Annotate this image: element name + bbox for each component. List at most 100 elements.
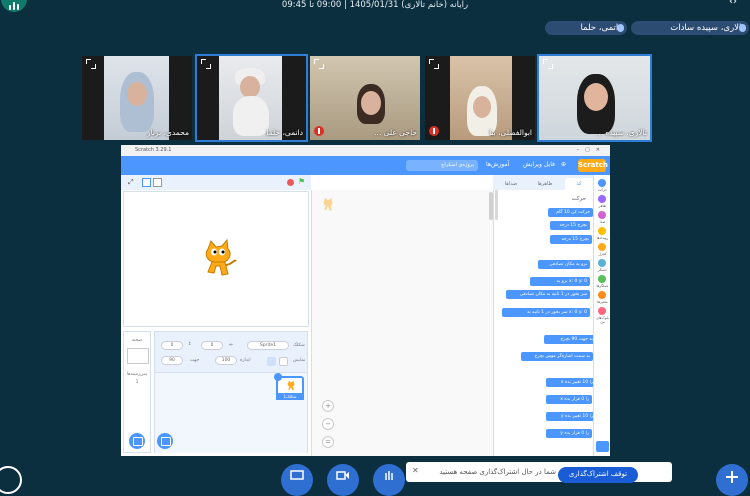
extensions-icon[interactable] — [596, 441, 609, 452]
category-label[interactable]: حسگر — [594, 268, 610, 272]
stop-icon[interactable] — [287, 179, 294, 186]
raise-hand-button[interactable] — [373, 464, 405, 496]
code-area[interactable]: + − = — [311, 190, 494, 456]
menu-tutorials[interactable]: آموزش‌ها — [486, 161, 509, 168]
category-dot-icon[interactable] — [598, 259, 606, 267]
delete-sprite-icon[interactable] — [274, 373, 282, 381]
show-eye-icon[interactable] — [267, 357, 276, 366]
scratch-menu-bar: Scratch ⊕ فایل ویرایش آموزش‌ها پروژه‌ی ا… — [121, 156, 610, 175]
expand-icon[interactable] — [201, 59, 211, 69]
camera-button[interactable] — [327, 464, 359, 496]
category-label[interactable]: بلوک‌های من — [594, 316, 610, 324]
category-dot-icon[interactable] — [598, 291, 606, 299]
share-notice-text: شما در حال اشتراک‌گذاری صفحه هستید — [439, 468, 556, 476]
motion-block[interactable]: حرکت کن 10 گام — [548, 208, 593, 217]
category-label[interactable]: صدا — [594, 220, 610, 224]
choose-sprite-button[interactable] — [157, 433, 173, 449]
hide-eye-icon[interactable] — [279, 357, 288, 366]
category-dot-icon[interactable] — [598, 227, 606, 235]
globe-icon[interactable]: ⊕ — [561, 161, 566, 168]
large-stage-icon[interactable] — [153, 178, 162, 187]
camera-icon — [336, 471, 349, 480]
category-label[interactable]: کنترل — [594, 252, 610, 256]
motion-block[interactable]: به سمت اشاره‌گر موس بچرخ — [521, 352, 593, 361]
backdrops-label: پس‌زمینه‌ها — [126, 372, 148, 377]
project-title-field[interactable]: پروژه‌ی اسکراچ — [406, 160, 478, 171]
category-label[interactable]: رویدادها — [594, 236, 610, 240]
tab-sounds[interactable]: صداها — [497, 178, 525, 190]
shared-screen-scratch: Scratch 3.29.1 –▢✕ Scratch ⊕ فایل ویرایش… — [121, 145, 610, 456]
category-menu: حرکت ظاهر صدا رویدادها کنترل حسگر عملگرها متغیر… — [593, 175, 610, 456]
expand-icon[interactable] — [429, 59, 439, 69]
tab-costumes[interactable]: ظاهرها — [529, 178, 561, 190]
menu-edit[interactable]: ویرایش — [523, 161, 542, 168]
category-label[interactable]: عملگرها — [594, 284, 610, 288]
motion-block[interactable]: y را 10 تغییر بده — [546, 412, 596, 421]
video-tile[interactable]: دانمی، حلما — [197, 56, 306, 140]
hand-icon — [385, 471, 393, 480]
window-controls[interactable]: –▢✕ — [577, 145, 606, 156]
category-dot-icon[interactable] — [598, 211, 606, 219]
video-tile[interactable]: حاجی علی ... — [310, 56, 420, 140]
stage-canvas[interactable] — [123, 191, 309, 327]
expand-icon[interactable] — [314, 59, 324, 69]
category-dot-icon[interactable] — [598, 179, 606, 187]
participant-name: ابوالفضلی، بنا — [489, 128, 532, 137]
participant-name: تالاری، سپیده ... — [595, 128, 647, 137]
motion-block[interactable]: y را 0 قرار بده — [546, 429, 592, 438]
motion-block[interactable]: بچرخ 15 درجه — [550, 221, 590, 230]
stage-thumbnail[interactable] — [127, 348, 149, 364]
pinned-user-pill[interactable]: داتمی، حلما — [545, 21, 627, 35]
scratch-logo[interactable]: Scratch — [578, 159, 608, 172]
sprite-name-input[interactable]: Sprite1 — [247, 341, 289, 350]
green-flag-icon[interactable]: ⚑ — [298, 177, 305, 186]
y-input[interactable]: 0 — [161, 341, 183, 350]
category-label[interactable]: ظاهر — [594, 204, 610, 208]
zoom-in-icon[interactable]: + — [322, 400, 334, 412]
screen-share-button[interactable] — [281, 464, 313, 496]
small-stage-icon[interactable] — [142, 178, 151, 187]
category-label[interactable]: متغیرها — [594, 300, 610, 304]
motion-block[interactable]: برو به مکان تصادفی — [538, 260, 590, 269]
plus-icon — [726, 471, 738, 483]
motion-block[interactable]: بچرخ 15 درجه — [550, 235, 592, 244]
motion-block[interactable]: سر بخور در 1 ثانیه به x: 0 y: 0 — [502, 308, 590, 317]
video-tile[interactable]: تالاری، سپیده ... — [539, 56, 650, 140]
settings-icon[interactable] — [0, 466, 22, 494]
motion-block[interactable]: به جهت 90 بچرخ — [544, 335, 596, 344]
session-title: رایانه (خانم تالاری) 1405/01/31 | 09:00 … — [281, 0, 469, 10]
tab-code[interactable]: کد — [565, 178, 593, 190]
participant-name: حاجی علی ... — [374, 128, 417, 137]
pinned-user-pill[interactable]: تالاری، سپیده سادات — [631, 21, 749, 35]
chevron-back-icon[interactable]: ‹› — [729, 0, 747, 8]
stage-selector-pane[interactable]: صحنه پس‌زمینه‌ها 1 — [123, 331, 151, 453]
video-tile[interactable]: محمدی، برنار — [82, 56, 192, 140]
motion-block[interactable]: x را 10 تغییر بده — [546, 378, 596, 387]
add-button[interactable] — [716, 464, 748, 496]
video-tile[interactable]: ابوالفضلی، بنا — [425, 56, 535, 140]
stop-sharing-button[interactable]: توقف اشتراک‌گذاری — [558, 467, 638, 483]
expand-icon[interactable] — [86, 59, 96, 69]
size-label: اندازه — [240, 358, 251, 363]
size-input[interactable]: 100 — [215, 356, 237, 365]
menu-file[interactable]: فایل — [544, 161, 555, 168]
category-dot-icon[interactable] — [598, 195, 606, 203]
cat-sprite-icon[interactable] — [198, 239, 238, 281]
fullscreen-icon[interactable]: ⤢ — [128, 178, 134, 187]
palette-heading: حرکت — [571, 196, 586, 202]
direction-input[interactable]: 90 — [161, 356, 183, 365]
category-label[interactable]: حرکت — [594, 188, 610, 192]
palette-scrollbar[interactable] — [495, 190, 498, 220]
motion-block[interactable]: برو به x: 0 y: 0 — [530, 277, 590, 286]
motion-block[interactable]: سر بخور در 1 ثانیه به مکان تصادفی — [506, 290, 590, 299]
category-dot-icon[interactable] — [598, 307, 606, 315]
motion-block[interactable]: x را 0 قرار بده — [546, 395, 592, 404]
choose-backdrop-button[interactable] — [129, 433, 145, 449]
expand-icon[interactable] — [543, 59, 553, 69]
close-icon[interactable]: ✕ — [412, 466, 419, 475]
x-input[interactable]: 0 — [201, 341, 223, 350]
category-dot-icon[interactable] — [598, 243, 606, 251]
category-dot-icon[interactable] — [598, 275, 606, 283]
zoom-reset-icon[interactable]: = — [322, 436, 334, 448]
zoom-out-icon[interactable]: − — [322, 418, 334, 430]
